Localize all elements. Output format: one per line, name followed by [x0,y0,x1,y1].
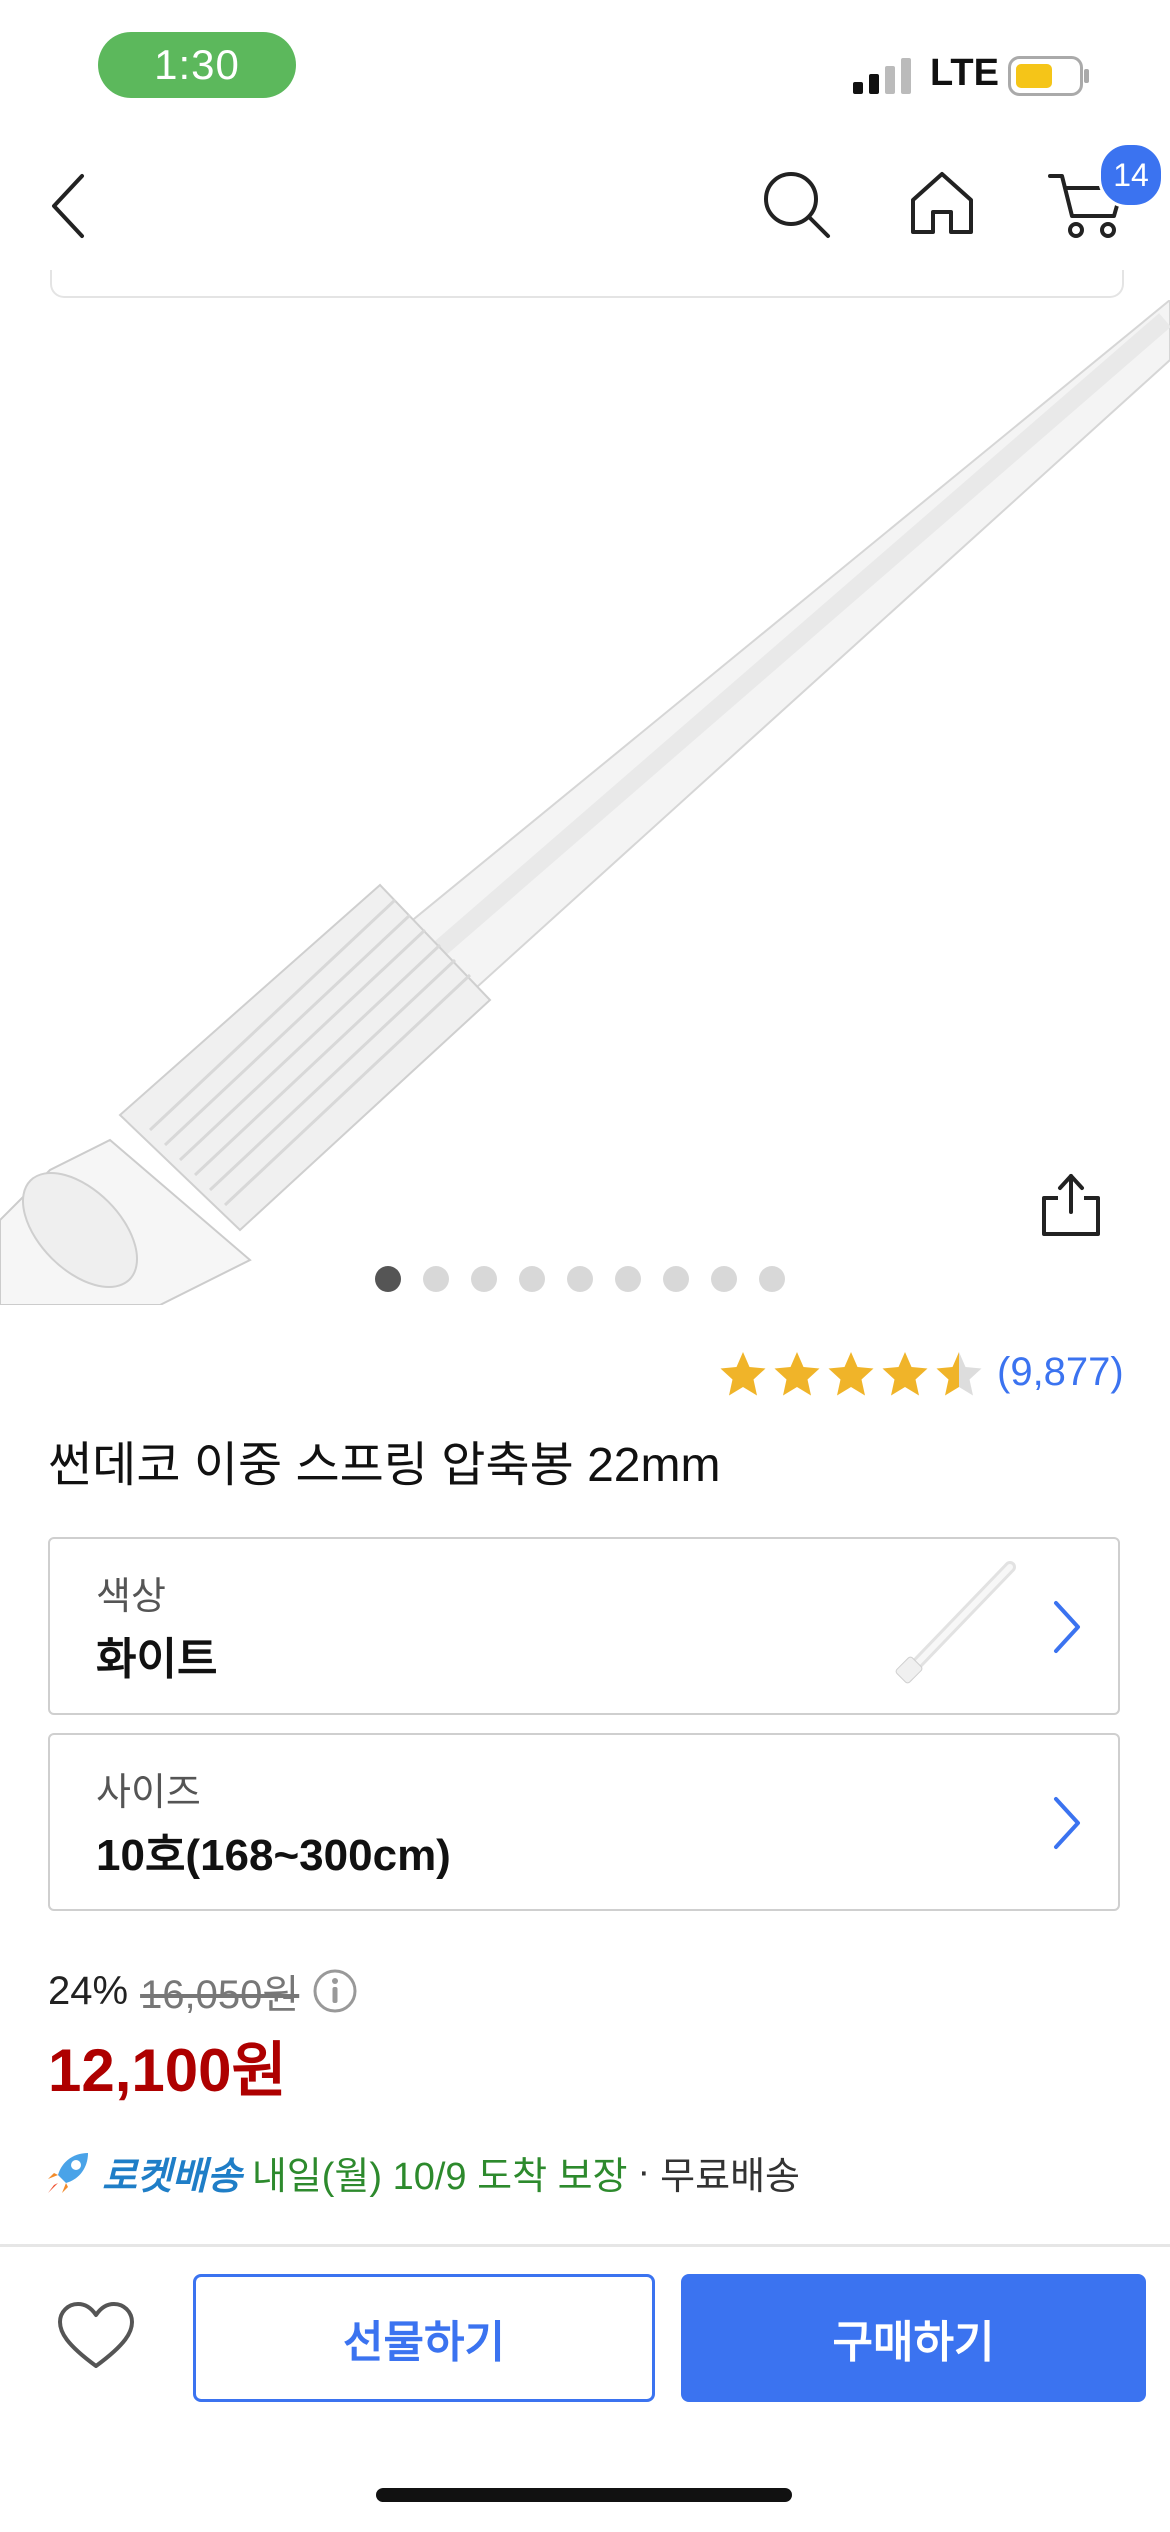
star-icon [882,1352,928,1396]
pagination-dot[interactable] [375,1266,401,1292]
signal-icon [853,58,911,94]
pagination-dot[interactable] [519,1266,545,1292]
pagination-dot[interactable] [615,1266,641,1292]
star-icon [720,1352,766,1396]
color-swatch-thumbnail [895,1561,1016,1684]
back-icon[interactable] [46,170,90,242]
discount-row: 24% 16,050원 [48,1962,359,2020]
search-icon[interactable] [760,168,832,240]
product-title: 썬데코 이중 스프링 압축봉 22mm [48,1439,721,1492]
original-price: 16,050원 [140,1973,300,2017]
pagination-dot[interactable] [567,1266,593,1292]
star-icon [936,1352,982,1396]
thumbnail-strip-edge [50,270,1124,298]
network-label: LTE [930,52,999,94]
option-label: 사이즈 [96,1772,201,1814]
option-value: 화이트 [96,1635,218,1684]
review-count-link[interactable]: (9,877) [997,1350,1124,1395]
cart-count-badge: 14 [1098,142,1164,208]
pagination-dot[interactable] [759,1266,785,1292]
delivery-info: 로켓배송 내일(월) 10/9 도착 보장 · 무료배송 [44,2145,800,2200]
rocket-delivery-label: 로켓배송 [102,2156,242,2198]
pagination-dot[interactable] [711,1266,737,1292]
arrival-guarantee: 내일(월) 10/9 도착 보장 [251,2156,628,2198]
chevron-right-icon [1054,1797,1080,1849]
option-label: 색상 [96,1576,166,1618]
rating-stars [718,1350,984,1398]
discount-percent: 24% [48,1968,129,2013]
rocket-icon [48,2152,88,2193]
chevron-right-icon [1054,1601,1080,1653]
size-option-selector[interactable]: 사이즈 10호(168~300cm) [48,1733,1120,1911]
bottom-bar-divider [0,2244,1170,2247]
color-option-selector[interactable]: 색상 화이트 [48,1537,1120,1715]
delivery-separator: · [637,2151,651,2193]
gift-button[interactable]: 선물하기 [193,2274,655,2402]
pagination-dot[interactable] [423,1266,449,1292]
pagination-dot[interactable] [471,1266,497,1292]
star-icon [774,1352,820,1396]
home-indicator [376,2488,792,2502]
pagination-dot[interactable] [663,1266,689,1292]
star-icon [828,1352,874,1396]
option-value: 10호(168~300cm) [96,1831,451,1880]
image-pagination-dots[interactable] [375,1266,785,1294]
status-time: 1:30 [98,32,296,98]
heart-icon[interactable] [56,2300,136,2372]
buy-button[interactable]: 구매하기 [681,2274,1146,2402]
product-image[interactable] [0,300,1170,1305]
info-icon[interactable] [311,1967,359,2015]
free-shipping-label: 무료배송 [660,2156,801,2198]
home-icon[interactable] [907,168,977,238]
share-icon[interactable] [1038,1170,1104,1240]
sale-price: 12,100원 [48,2037,287,2104]
battery-icon [1008,56,1089,96]
